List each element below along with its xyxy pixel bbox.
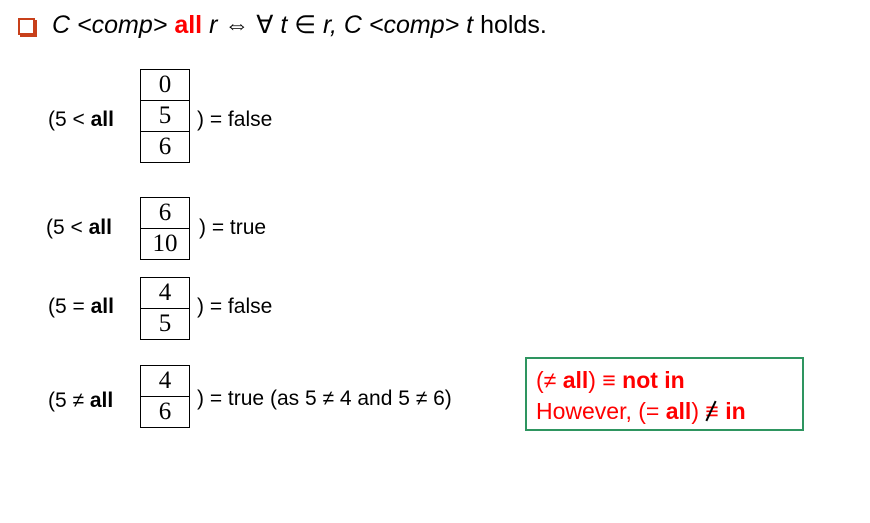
example-3-result: ) = false xyxy=(197,295,273,318)
example-1-prefix: (5 < all xyxy=(48,108,114,131)
bullet-icon xyxy=(18,18,35,35)
example-3-table: 45 xyxy=(140,277,190,340)
example-4-result: ) = true (as 5 ≠ 4 and 5 ≠ 6) xyxy=(197,387,452,410)
note-line-2: However, (= all) ≡ in xyxy=(536,396,802,427)
example-2-prefix: (5 < all xyxy=(46,216,112,239)
heading: C <comp> all r ⇔ ∀ t ∈ r, C <comp> t hol… xyxy=(52,11,547,39)
example-2-table: 6 10 xyxy=(140,197,190,260)
example-1-table: 056 xyxy=(140,69,190,163)
example-4-prefix: (5 ≠ all xyxy=(48,389,114,412)
note-box: (≠ all) ≡ not in However, (= all) ≡ in xyxy=(525,357,804,431)
example-4-table: 46 xyxy=(140,365,190,428)
example-1-result: ) = false xyxy=(197,108,273,131)
example-3-prefix: (5 = all xyxy=(48,295,114,318)
example-2-result: ) = true xyxy=(199,216,267,239)
note-line-1: (≠ all) ≡ not in xyxy=(536,367,685,393)
